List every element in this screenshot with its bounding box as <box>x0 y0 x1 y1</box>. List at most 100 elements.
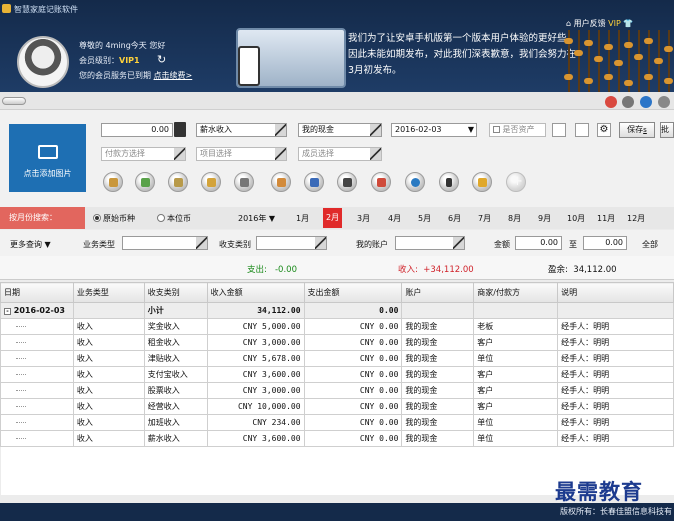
category-select[interactable] <box>256 236 327 250</box>
column-header[interactable]: 收入金额 <box>206 282 305 303</box>
radio-original[interactable]: 原始币种 <box>93 213 135 224</box>
payer-select[interactable]: 付款方选择 <box>101 147 186 161</box>
month-tab-6[interactable]: 6月 <box>448 213 461 224</box>
asset-label: 是否资产 <box>502 125 535 134</box>
table-row[interactable]: 收入 经营收入 CNY 10,000.00 CNY 0.00 我的现金 客户 经手人：明明 <box>0 398 674 415</box>
all-button[interactable]: 全部 <box>642 239 658 250</box>
batch-button[interactable]: 批 <box>660 122 674 138</box>
biz-type-select[interactable] <box>122 236 208 250</box>
trend-icon[interactable] <box>371 172 391 192</box>
copy-icon[interactable] <box>575 123 589 137</box>
month-tab-10[interactable]: 10月 <box>567 213 585 224</box>
income-value: +34,112.00 <box>423 265 474 275</box>
month-tab-11[interactable]: 11月 <box>597 213 615 224</box>
asset-checkbox-field[interactable]: 是否资产 <box>489 123 546 137</box>
month-tab-5[interactable]: 5月 <box>418 213 431 224</box>
amount-field[interactable]: 0.00 <box>101 123 173 137</box>
column-header[interactable]: 说明 <box>557 282 674 303</box>
shirt-icon[interactable]: 👕 <box>623 19 633 28</box>
vip-badge[interactable]: VIP <box>608 19 621 28</box>
table-row[interactable]: 收入 奖金收入 CNY 5,000.00 CNY 0.00 我的现金 老板 经手人：明明 <box>0 318 674 335</box>
shield-icon[interactable] <box>304 172 324 192</box>
column-header[interactable]: 商家/付款方 <box>473 282 559 303</box>
column-header[interactable]: 支出金额 <box>303 282 403 303</box>
table-row[interactable]: 收入 薪水收入 CNY 3,600.00 CNY 0.00 我的现金 单位 经手人：明明 <box>0 430 674 447</box>
expense-summary: 支出: -0.00 <box>247 263 297 275</box>
note-cell: 经手人：明明 <box>557 398 674 415</box>
table-row[interactable]: 收入 租金收入 CNY 3,000.00 CNY 0.00 我的现金 客户 经手人：明明 <box>0 334 674 351</box>
amount-label: 金额 <box>494 240 510 249</box>
income-type-select[interactable]: 薪水收入 <box>196 123 287 137</box>
asset-checkbox[interactable] <box>493 126 500 133</box>
save-button[interactable]: 保存s <box>619 122 655 138</box>
gear-icon[interactable]: ⚙ <box>597 123 611 137</box>
month-tab-12[interactable]: 12月 <box>627 213 645 224</box>
month-tab-2[interactable]: 2月 <box>323 208 343 228</box>
scale-icon[interactable] <box>168 172 188 192</box>
table-row[interactable]: 收入 加班收入 CNY 234.00 CNY 0.00 我的现金 单位 经手人：明明 <box>0 414 674 431</box>
calculator-tool-icon[interactable] <box>234 172 254 192</box>
calculator-icon[interactable] <box>174 122 186 137</box>
amount-to-field[interactable]: 0.00 <box>583 236 627 250</box>
group-row[interactable]: - 2016-02-03 小计 34,112.00 0.00 <box>0 302 674 319</box>
gold-icon[interactable] <box>472 172 492 192</box>
radio-base-dot[interactable] <box>157 214 165 222</box>
refresh-icon[interactable]: ↻ <box>157 53 166 66</box>
group-empty <box>557 302 674 319</box>
category-cell: 租金收入 <box>143 334 208 351</box>
plus-icon[interactable]: + <box>506 172 526 192</box>
dropdown-arrow-icon: ▼ <box>467 125 474 134</box>
toggle-switch[interactable] <box>2 97 26 105</box>
month-search-label: 按月份搜索： <box>0 207 85 229</box>
group-date[interactable]: - 2016-02-03 <box>0 302 74 319</box>
account-select[interactable]: 我的现金 <box>298 123 382 137</box>
globe-icon[interactable] <box>405 172 425 192</box>
date-field[interactable]: 2016-02-03 ▼ <box>391 123 477 137</box>
footer: 版权所有：长春佳盟信息科技有 <box>0 503 674 521</box>
column-header[interactable]: 日期 <box>0 282 74 303</box>
my-account-select[interactable] <box>395 236 465 250</box>
column-header[interactable]: 业务类型 <box>72 282 145 303</box>
month-tab-9[interactable]: 9月 <box>538 213 551 224</box>
collapse-icon[interactable]: - <box>4 308 11 315</box>
member-select[interactable]: 成员选择 <box>298 147 382 161</box>
renew-link[interactable]: 点击续费> <box>154 71 193 80</box>
note-cell: 经手人：明明 <box>557 430 674 447</box>
month-tab-8[interactable]: 8月 <box>508 213 521 224</box>
project-select[interactable]: 项目选择 <box>196 147 287 161</box>
minimize-icon[interactable] <box>622 96 634 108</box>
tree-line-cell <box>0 414 74 431</box>
biz-type-label: 业务类型 <box>83 240 115 249</box>
feedback-link[interactable]: 用户反馈 <box>574 19 606 28</box>
home-icon[interactable]: ⌂ <box>566 19 571 28</box>
year-select[interactable]: 2016年 ▼ <box>238 213 275 224</box>
phone-icon[interactable] <box>439 172 459 192</box>
folder-icon[interactable] <box>103 172 123 192</box>
add-image-button[interactable]: 点击添加图片 <box>9 124 86 192</box>
person-icon[interactable] <box>337 172 357 192</box>
income-cell: CNY 234.00 <box>206 414 305 431</box>
avatar[interactable] <box>17 36 69 88</box>
amount-from-field[interactable]: 0.00 <box>515 236 562 250</box>
chart-icon[interactable] <box>271 172 291 192</box>
feedback-area: ⌂ 用户反馈 VIP 👕 <box>566 18 633 29</box>
month-tab-3[interactable]: 3月 <box>357 213 370 224</box>
column-header[interactable]: 收支类别 <box>143 282 208 303</box>
money-icon[interactable] <box>135 172 155 192</box>
radio-base[interactable]: 本位币 <box>157 213 191 224</box>
month-tab-4[interactable]: 4月 <box>388 213 401 224</box>
month-tab-7[interactable]: 7月 <box>478 213 491 224</box>
table-row[interactable]: 收入 股票收入 CNY 3,000.00 CNY 0.00 我的现金 客户 经手人：明明 <box>0 382 674 399</box>
column-header[interactable]: 账户 <box>401 282 475 303</box>
table-row[interactable]: 收入 津贴收入 CNY 5,678.00 CNY 0.00 我的现金 单位 经手人：明明 <box>0 350 674 367</box>
coins-icon[interactable] <box>201 172 221 192</box>
month-tab-1[interactable]: 1月 <box>296 213 309 224</box>
menu-circle-icon[interactable] <box>658 96 670 108</box>
edit-icon[interactable] <box>552 123 566 137</box>
more-query-button[interactable]: 更多查询 ▼ <box>10 239 51 250</box>
project-placeholder: 项目选择 <box>200 149 232 158</box>
home-circle-icon[interactable] <box>605 96 617 108</box>
radio-original-dot[interactable] <box>93 214 101 222</box>
table-row[interactable]: 收入 支付宝收入 CNY 3,600.00 CNY 0.00 我的现金 客户 经手人：明明 <box>0 366 674 383</box>
add-circle-icon[interactable] <box>640 96 652 108</box>
